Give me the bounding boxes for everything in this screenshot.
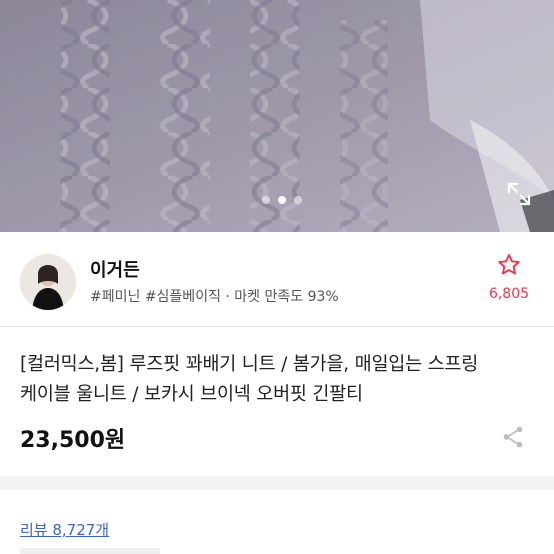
product-title-line: [컬러믹스,봄] 루즈핏 꽈배기 니트 / 봄가을, 매일입는 스프링 — [20, 354, 479, 375]
product-image[interactable] — [0, 0, 554, 232]
product-title-line: 케이블 울니트 / 보카시 브이넥 오버핏 긴팔티 — [20, 384, 363, 405]
pager-dots — [262, 196, 302, 204]
star-outline-icon[interactable] — [496, 252, 522, 278]
pager-dot[interactable] — [262, 196, 270, 204]
share-icon[interactable] — [500, 424, 526, 450]
shop-info[interactable]: 이거든 #페미닌 #심플베이직 · 마켓 만족도 93% 6,805 — [20, 250, 534, 312]
reviews-link[interactable]: 리뷰 8,727개 — [20, 519, 109, 540]
section-separator — [0, 476, 554, 490]
shop-tags: #페미닌 #심플베이직 · 마켓 만족도 93% — [90, 289, 339, 305]
pager-dot-active[interactable] — [278, 196, 286, 204]
review-preview-strip — [20, 548, 160, 554]
product-title: [컬러믹스,봄] 루즈핏 꽈배기 니트 / 봄가을, 매일입는 스프링 케이블 … — [20, 350, 540, 410]
expand-icon[interactable] — [505, 180, 533, 208]
pager-dot[interactable] — [294, 196, 302, 204]
favorite-button[interactable]: 6,805 — [484, 252, 534, 302]
product-price: 23,500원 — [20, 428, 126, 453]
avatar[interactable] — [20, 254, 76, 310]
shop-name[interactable]: 이거든 — [90, 256, 140, 282]
favorite-count: 6,805 — [488, 286, 530, 302]
divider — [0, 326, 554, 327]
